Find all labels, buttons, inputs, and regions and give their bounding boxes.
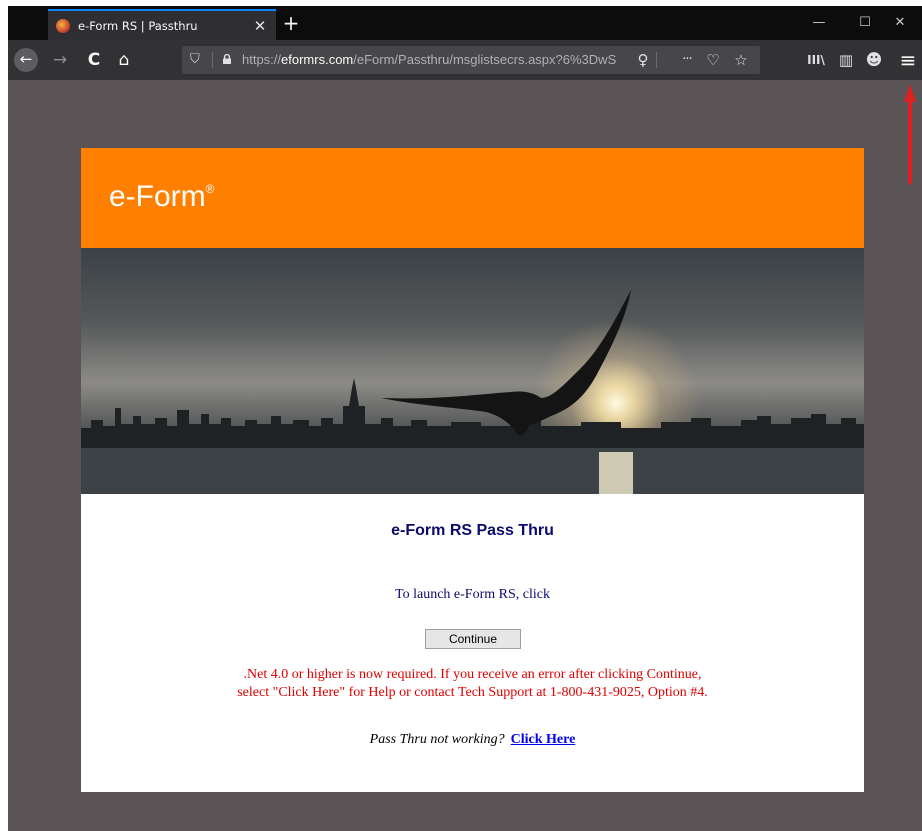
help-text: Pass Thru not working? [369, 732, 505, 747]
click-here-link[interactable]: Click Here [511, 732, 576, 747]
pocket-icon[interactable]: ♡ [702, 46, 724, 74]
brand-logo: e-Form® [109, 180, 215, 214]
library-icon[interactable]: III\ [802, 46, 830, 74]
water-surface [81, 448, 864, 494]
brand-name: e-Form [109, 180, 206, 213]
launch-instructions: To launch e-Form RS, click [395, 587, 550, 602]
address-divider-right [656, 52, 657, 68]
skyline-seagull-illustration [81, 290, 864, 494]
url-path: /eForm/Passthru/msglistsecrs.aspx?6%3DwS [353, 52, 617, 67]
forward-button[interactable]: → [46, 46, 74, 74]
close-window-button[interactable]: ✕ [878, 6, 922, 40]
address-bar[interactable]: ⛉ https://eformrs.com/eForm/Passthru/msg… [182, 46, 760, 74]
page-title: e-Form RS Pass Thru [391, 522, 554, 539]
bookmark-star-icon[interactable]: ☆ [730, 46, 752, 74]
url-domain: eformrs.com [281, 52, 354, 67]
sun-reflection [599, 452, 633, 494]
site-favicon-icon [56, 18, 70, 33]
registered-mark: ® [205, 182, 215, 196]
requirements-notice: .Net 4.0 or higher is now required. If y… [81, 666, 864, 702]
notice-line-2: select "Click Here" for Help or contact … [237, 685, 708, 700]
page-viewport: e-Form® e-Form RS Pass Thru To launch e-… [8, 80, 922, 831]
tab-passthru[interactable]: e-Form RS | Passthru ✕ [48, 9, 276, 40]
browser-window: e-Form RS | Passthru ✕ + — ☐ ✕ ← → C ⌂ ⛉… [8, 6, 922, 831]
seagull-silhouette [381, 290, 631, 436]
navigation-toolbar: ← → C ⌂ ⛉ https://eformrs.com/eForm/Pass… [8, 40, 922, 80]
help-line: Pass Thru not working? Click Here [81, 732, 864, 748]
notice-line-1: .Net 4.0 or higher is now required. If y… [243, 667, 702, 682]
tracking-shield-icon[interactable]: ⛉ [190, 46, 200, 74]
account-icon[interactable]: ☻ [860, 46, 888, 74]
lock-icon[interactable] [222, 54, 232, 64]
menu-icon[interactable]: ≡ [894, 46, 922, 74]
reload-button[interactable]: C [80, 46, 108, 74]
url-prefix: https:// [242, 52, 282, 67]
lightbulb-icon[interactable]: ♀ [632, 46, 654, 74]
tab-title: e-Form RS | Passthru [78, 18, 198, 33]
header-banner: e-Form® [81, 148, 864, 248]
url-text[interactable]: https://eformrs.com/eForm/Passthru/msgli… [242, 46, 642, 74]
annotation-arrow-icon [904, 84, 916, 185]
sidebar-icon[interactable]: ▥ [832, 46, 860, 74]
hero-image [81, 248, 864, 494]
home-button[interactable]: ⌂ [110, 46, 138, 74]
minimize-button[interactable]: — [796, 6, 842, 40]
continue-button[interactable]: Continue [425, 629, 521, 649]
tab-strip: e-Form RS | Passthru ✕ + — ☐ ✕ [8, 6, 922, 40]
page-actions-icon[interactable]: ··· [674, 46, 700, 74]
back-button[interactable]: ← [14, 48, 38, 72]
tab-close-icon[interactable]: ✕ [252, 17, 268, 35]
skyline-silhouette [81, 378, 864, 454]
passthru-page: e-Form® e-Form RS Pass Thru To launch e-… [81, 148, 864, 792]
address-divider [212, 52, 213, 68]
new-tab-button[interactable]: + [278, 10, 304, 36]
